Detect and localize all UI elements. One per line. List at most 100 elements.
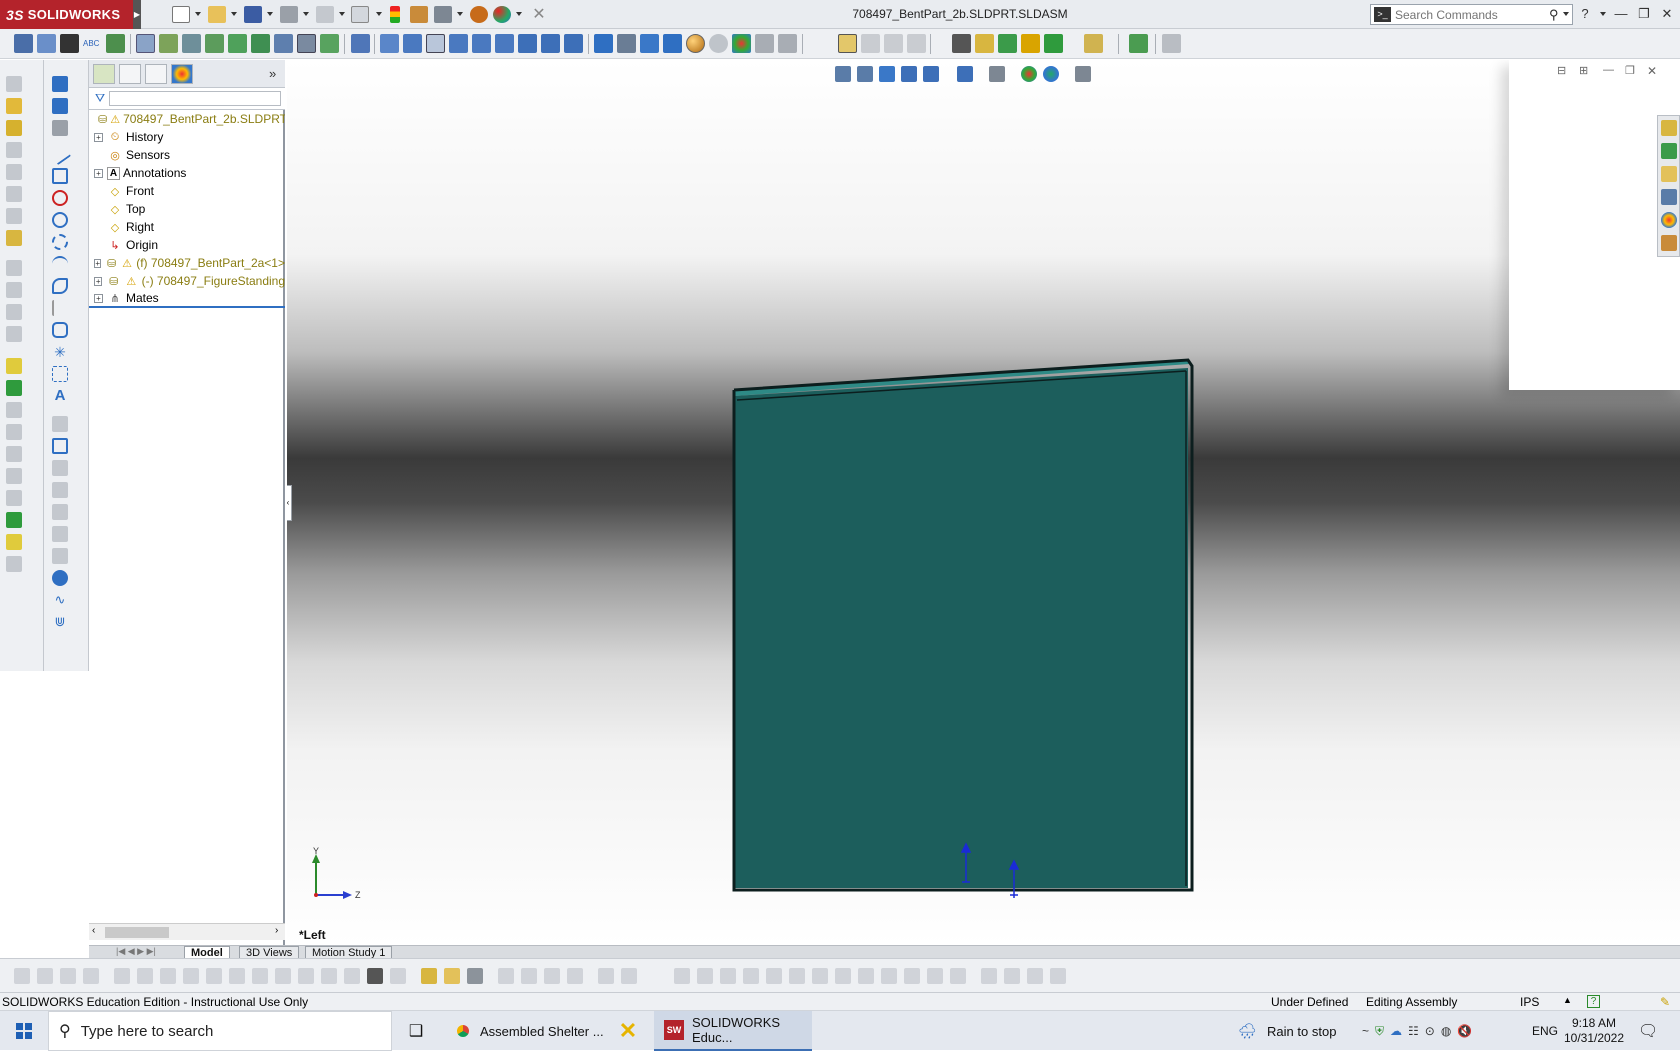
tab-navigation-icon[interactable]: |◀ ◀ ▶ ▶|	[116, 946, 156, 957]
network-icon[interactable]: ☷	[1408, 1024, 1425, 1038]
spelling-icon[interactable]: ABC	[83, 34, 102, 53]
tool-icon[interactable]	[766, 968, 782, 984]
tool-icon[interactable]	[114, 968, 130, 984]
bent-part-face[interactable]	[734, 368, 1188, 888]
large-assembly-icon[interactable]	[1084, 34, 1103, 53]
mirror-icon[interactable]	[52, 482, 68, 498]
help-icon[interactable]: ?	[1574, 4, 1596, 24]
print-icon[interactable]	[280, 6, 298, 23]
fillet-icon[interactable]	[6, 534, 22, 550]
tree-root[interactable]: ⛁ ⚠ 708497_BentPart_2b.SLDPRT (	[89, 110, 285, 128]
expand-icon[interactable]: +	[94, 132, 103, 142]
tool-icon[interactable]	[743, 968, 759, 984]
rotate-component-icon[interactable]	[205, 34, 224, 53]
repair-sketch-icon[interactable]	[52, 570, 68, 586]
tree-item-annotations[interactable]: + A Annotations	[89, 164, 285, 182]
help-dropdown-icon[interactable]	[1600, 12, 1606, 16]
rectangle-icon[interactable]	[52, 168, 68, 184]
split-icon[interactable]	[6, 490, 22, 506]
tool-icon[interactable]	[720, 968, 736, 984]
tool-icon[interactable]	[275, 968, 291, 984]
view-left-icon[interactable]	[426, 34, 445, 53]
section-icon[interactable]	[6, 424, 22, 440]
help-status-icon[interactable]: ?	[1587, 995, 1600, 1008]
onedrive-icon[interactable]: ☁	[1390, 1024, 1408, 1038]
rebuild-icon[interactable]	[390, 6, 400, 23]
search-dropdown-icon[interactable]	[1563, 12, 1569, 16]
rotate-view-icon[interactable]	[663, 34, 682, 53]
graphics-viewport[interactable]: ⊟ ⊞ — ❐ ✕ Y Z *Left	[287, 60, 1680, 945]
tool-icon[interactable]	[598, 968, 614, 984]
arc-icon[interactable]	[52, 234, 68, 250]
tool-icon[interactable]	[344, 968, 360, 984]
spline-icon[interactable]	[6, 512, 22, 528]
display-manager-tab-icon[interactable]	[171, 64, 193, 84]
rapid-sketch-icon[interactable]: ⋓	[52, 614, 68, 630]
tray-shield-icon[interactable]: ⛨	[1375, 1024, 1390, 1039]
line-icon[interactable]	[6, 380, 22, 396]
file-properties-icon[interactable]	[410, 6, 428, 23]
tool-icon[interactable]	[981, 968, 997, 984]
units-selector[interactable]: IPS	[1520, 995, 1539, 1009]
tool-icon[interactable]	[229, 968, 245, 984]
options-icon[interactable]	[434, 6, 452, 23]
tree-item-origin[interactable]: ↳ Origin	[89, 236, 285, 254]
search-commands-box[interactable]: >_ ⚲	[1370, 4, 1573, 25]
zoom-icon[interactable]	[617, 34, 636, 53]
tool-icon[interactable]	[60, 968, 76, 984]
tree-item-top[interactable]: ◇ Top	[89, 200, 285, 218]
tool-icon[interactable]	[1004, 968, 1020, 984]
expand-icon[interactable]: +	[94, 168, 103, 178]
taskbar-app-x[interactable]: ✕	[612, 1011, 644, 1051]
mate-icon[interactable]	[60, 34, 79, 53]
tool-icon[interactable]	[621, 968, 637, 984]
view-front-icon[interactable]	[380, 34, 399, 53]
ambient-occlusion-icon[interactable]	[778, 34, 797, 53]
tool-icon[interactable]	[927, 968, 943, 984]
view-trimetric-icon[interactable]	[541, 34, 560, 53]
check-icon[interactable]	[106, 34, 125, 53]
tool-icon[interactable]	[544, 968, 560, 984]
tool-icon[interactable]	[812, 968, 828, 984]
point-icon[interactable]: ✳	[52, 344, 68, 360]
sketch-pencil-icon[interactable]	[52, 76, 68, 92]
new-document-icon[interactable]	[172, 6, 190, 23]
restore-icon[interactable]: ❐	[1633, 4, 1655, 24]
close-document-icon[interactable]: ✕	[530, 6, 548, 23]
tree-item-front[interactable]: ◇ Front	[89, 182, 285, 200]
hide-component-icon[interactable]	[6, 186, 22, 202]
options-dropdown-icon[interactable]	[457, 12, 463, 16]
clock[interactable]: 9:18 AM 10/31/2022	[1564, 1011, 1624, 1051]
solidworks-logo[interactable]: 3S SOLIDWORKS	[0, 0, 133, 29]
realview-icon[interactable]	[732, 34, 751, 53]
menu-expand-icon[interactable]: ▶	[133, 0, 141, 29]
view-right-icon[interactable]	[449, 34, 468, 53]
tool-icon[interactable]	[137, 968, 153, 984]
weldment-icon[interactable]	[421, 968, 437, 984]
tree-item-bentpart-2a[interactable]: + ⛁ ⚠ (f) 708497_BentPart_2a<1>	[89, 254, 285, 272]
linear-pattern-icon[interactable]	[37, 34, 56, 53]
shadows-icon[interactable]	[755, 34, 774, 53]
edit-component-icon[interactable]	[14, 34, 33, 53]
view-dimetric-icon[interactable]	[564, 34, 583, 53]
search-input[interactable]	[1395, 7, 1545, 22]
undo-icon[interactable]	[316, 6, 334, 23]
reference-geometry-icon[interactable]	[351, 34, 370, 53]
dimension-icon[interactable]	[52, 120, 68, 136]
copy-with-mates-icon[interactable]	[6, 142, 22, 158]
hide-show-icon[interactable]	[297, 34, 316, 53]
tool-icon[interactable]	[498, 968, 514, 984]
move-entities-icon[interactable]	[52, 526, 68, 542]
quick-snaps-icon[interactable]: ∿	[52, 592, 68, 608]
scene-icon[interactable]	[493, 6, 511, 23]
interference-icon[interactable]	[274, 34, 293, 53]
slot-icon[interactable]	[52, 190, 68, 206]
spline-tool-icon[interactable]	[52, 256, 68, 272]
ellipse-icon[interactable]	[52, 278, 68, 294]
tool-icon[interactable]	[252, 968, 268, 984]
zebra-stripes-icon[interactable]	[907, 34, 926, 53]
view-bottom-icon[interactable]	[495, 34, 514, 53]
explode-line-icon[interactable]	[251, 34, 270, 53]
tree-item-sensors[interactable]: ◎ Sensors	[89, 146, 285, 164]
performance-icon[interactable]	[1044, 34, 1063, 53]
